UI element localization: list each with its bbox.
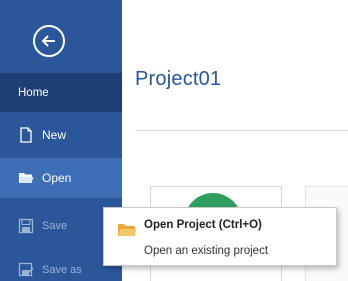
- folder-open-icon: [19, 173, 34, 183]
- sidebar-item-label: Home: [18, 86, 49, 99]
- tooltip-description: Open an existing project: [144, 245, 269, 257]
- sidebar-item-home[interactable]: Home: [0, 73, 122, 112]
- page-title: Project01: [135, 68, 222, 90]
- save-icon: [18, 218, 34, 234]
- sidebar-item-label: New: [42, 128, 67, 142]
- backstage-page: Home New Open Save Save as Project01 Ope…: [0, 0, 348, 281]
- folder-icon: [118, 224, 137, 236]
- save-as-icon: [18, 262, 34, 277]
- back-arrow-icon: [41, 35, 55, 47]
- sidebar-item-label: Save as: [42, 264, 82, 276]
- tooltip-title: Open Project (Ctrl+O): [144, 219, 262, 231]
- sidebar-item-open[interactable]: Open: [0, 158, 122, 198]
- back-button[interactable]: [33, 25, 65, 57]
- sidebar-item-label: Save: [42, 220, 68, 232]
- open-project-tooltip: Open Project (Ctrl+O) Open an existing p…: [103, 207, 337, 266]
- divider: [135, 130, 348, 131]
- sidebar-item-label: Open: [42, 171, 72, 185]
- new-document-icon: [20, 127, 32, 143]
- sidebar-item-new[interactable]: New: [0, 115, 122, 155]
